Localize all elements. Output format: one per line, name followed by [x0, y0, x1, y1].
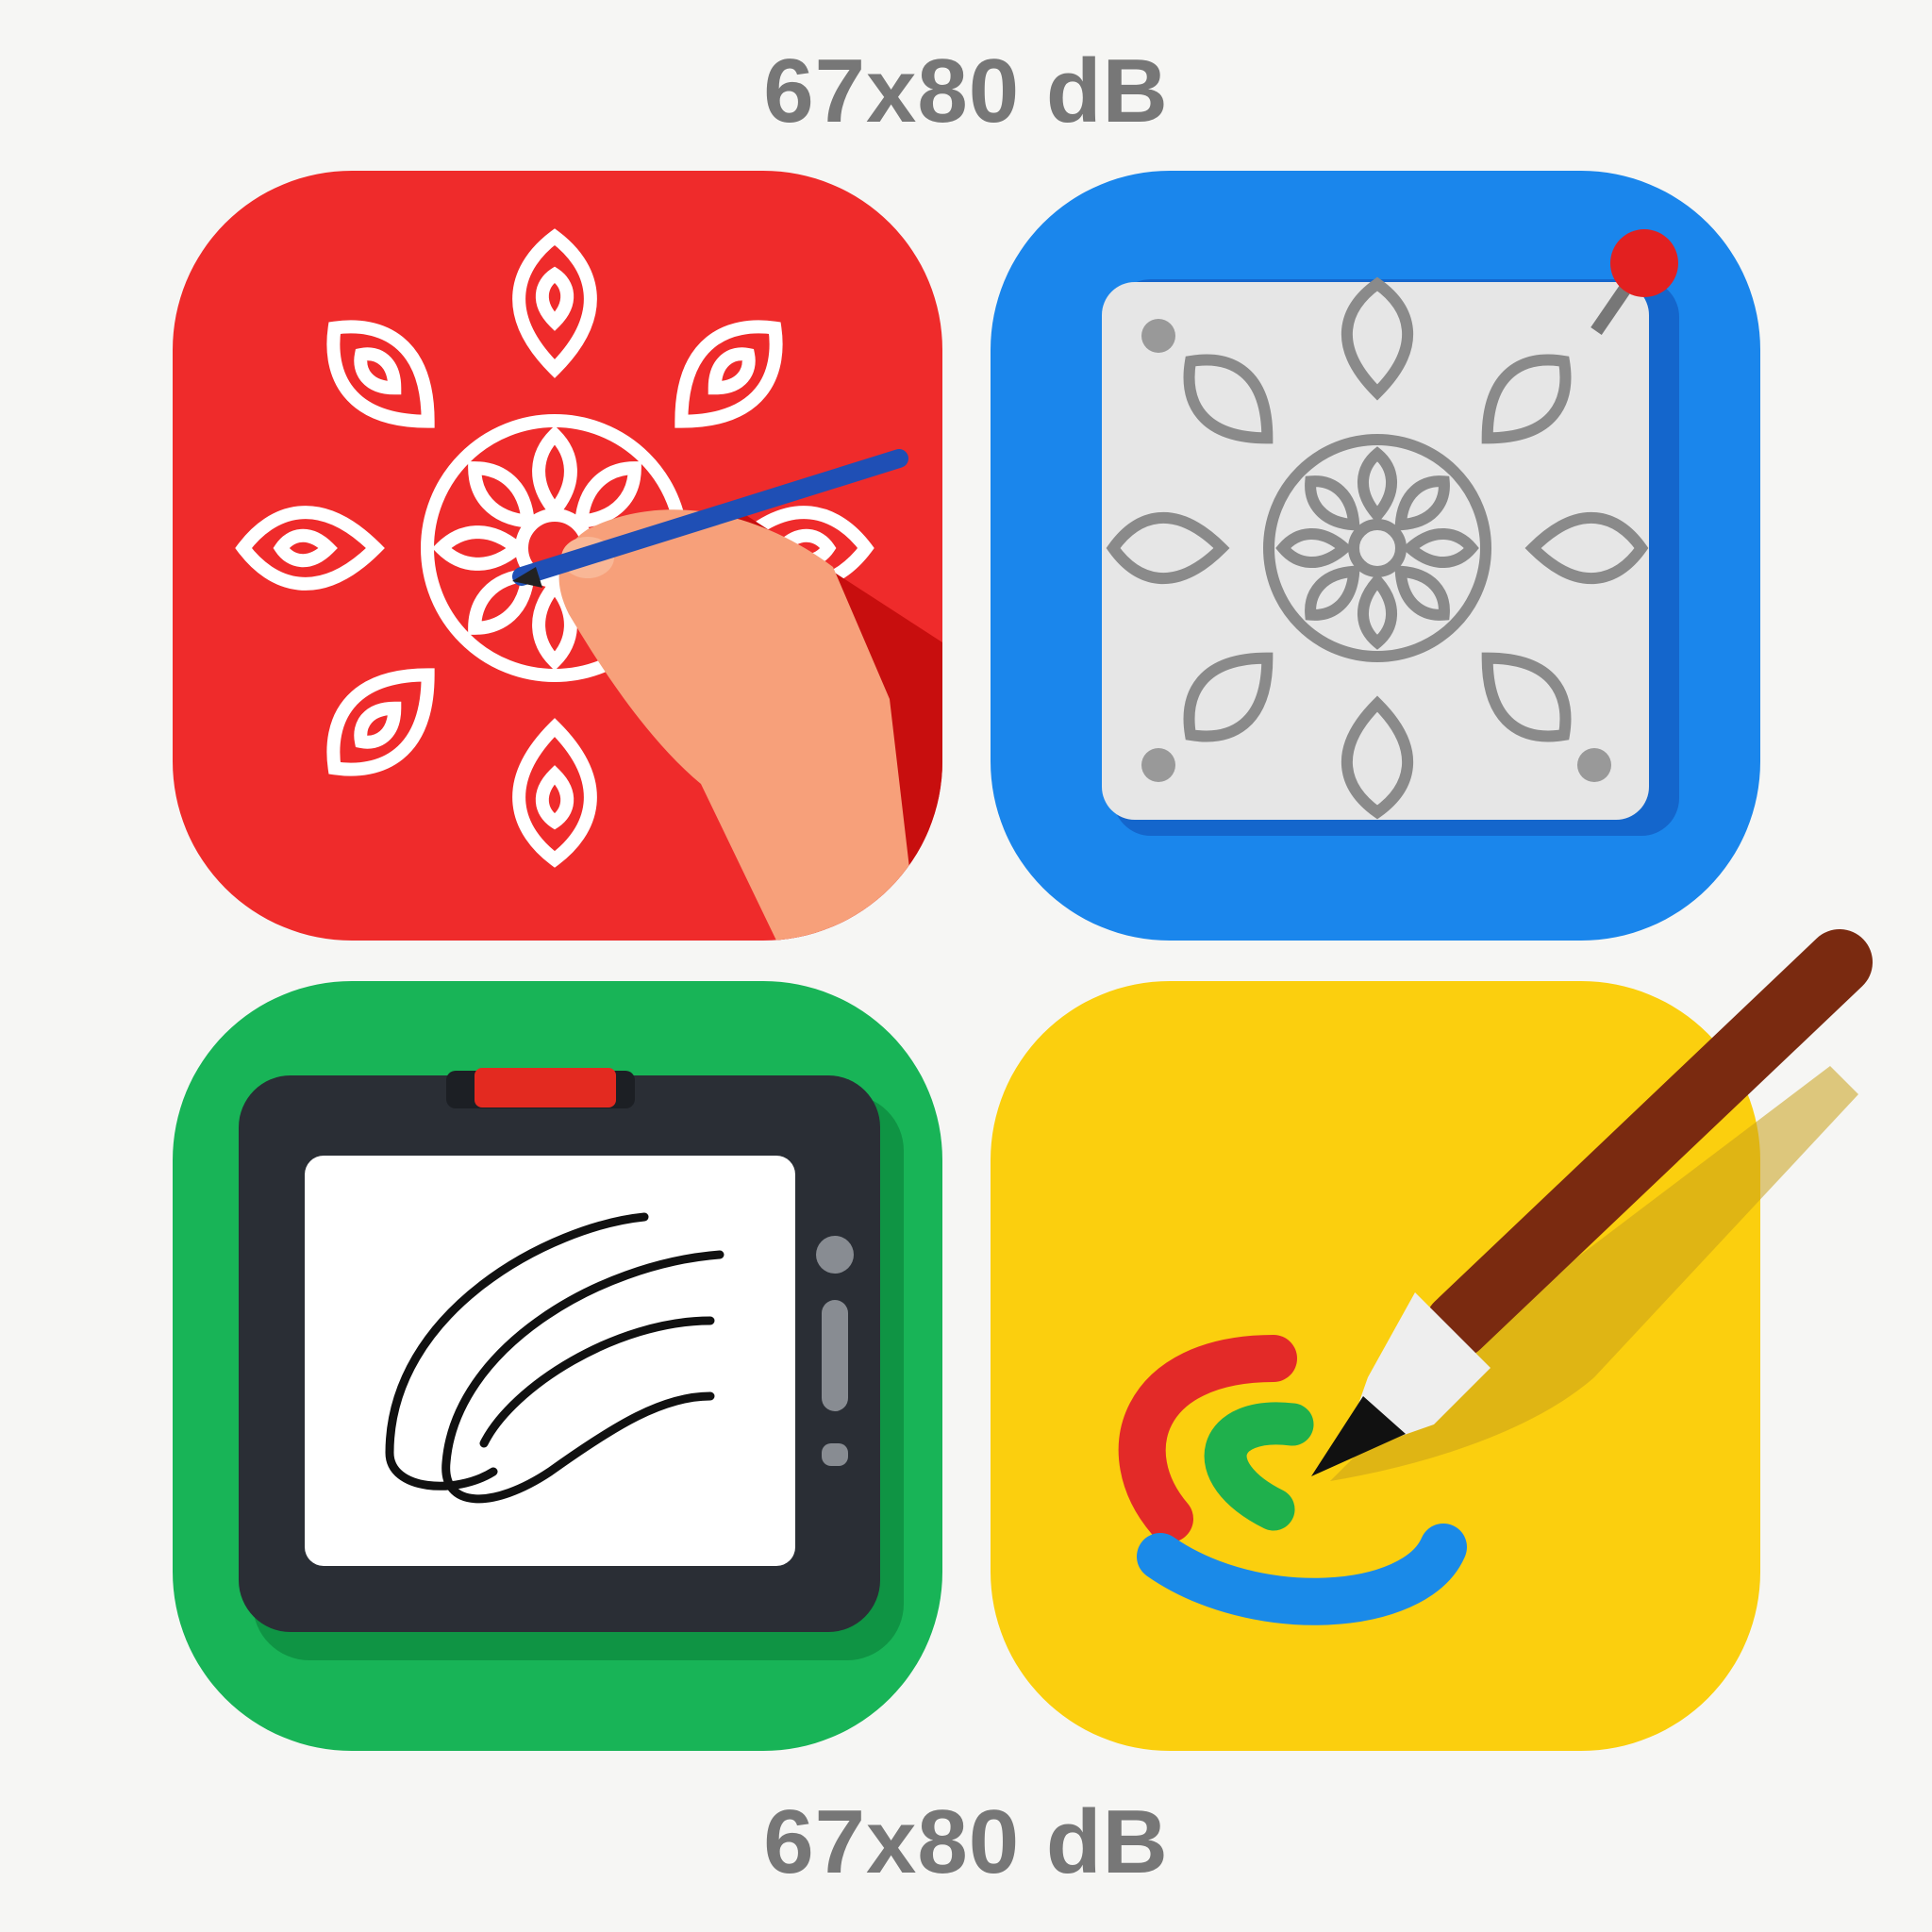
drawing-tablet-icon: [239, 1068, 904, 1660]
app-icon-mandala-stencil[interactable]: [991, 171, 1760, 941]
caption-top: 67x80 dB: [763, 41, 1169, 142]
caption-bottom: 67x80 dB: [763, 1791, 1169, 1892]
app-icon-mandala-drawing[interactable]: [173, 171, 942, 941]
mandala-drawing-hand-icon: [173, 228, 942, 941]
app-icon-drawing-tablet[interactable]: [173, 981, 942, 1751]
paintbrush-strokes-icon: [1118, 929, 1873, 1625]
mandala-stencil-plate-icon: [1102, 229, 1679, 836]
app-icon-paintbrush[interactable]: [991, 929, 1873, 1751]
